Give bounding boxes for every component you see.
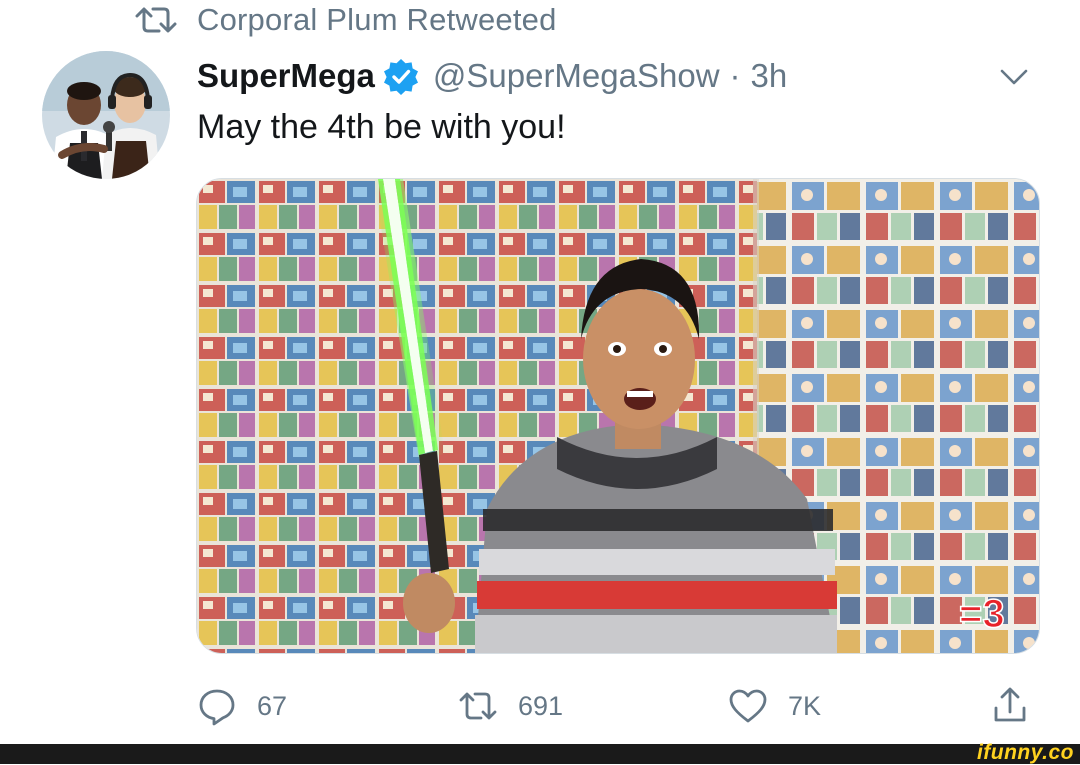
watermark-logo: ifunny.co: [976, 741, 1074, 764]
share-button[interactable]: [990, 680, 1030, 732]
retweet-icon: [135, 7, 177, 33]
share-icon: [994, 687, 1026, 722]
reply-icon: [199, 689, 235, 726]
like-button[interactable]: 7K: [728, 680, 821, 732]
retweet-count: 691: [518, 690, 564, 721]
tweet-text: May the 4th be with you!: [197, 108, 566, 146]
avatar-image: [42, 51, 170, 179]
author-display-name[interactable]: SuperMega: [197, 57, 375, 95]
tweet-header: SuperMega @SuperMegaShow · 3h: [197, 54, 787, 98]
avatar[interactable]: [42, 51, 170, 179]
heart-icon: [729, 689, 767, 723]
watermark-bar: [0, 744, 1080, 764]
retweet-context[interactable]: Corporal Plum Retweeted: [135, 0, 557, 40]
tweet-timestamp[interactable]: 3h: [751, 57, 788, 95]
retweet-button[interactable]: 691: [458, 680, 563, 732]
reply-button[interactable]: 67: [197, 680, 287, 732]
media-overlay-text: =3: [959, 592, 1005, 636]
retweeted-by-label: Corporal Plum Retweeted: [197, 2, 557, 37]
tweet-media[interactable]: =3: [196, 178, 1040, 654]
media-image: =3: [197, 179, 1039, 653]
verified-badge-icon: [383, 59, 418, 95]
retweet-icon: [459, 692, 497, 720]
chevron-down-icon[interactable]: [996, 62, 1032, 92]
separator-dot: ·: [729, 57, 741, 94]
reply-count: 67: [257, 690, 288, 721]
like-count: 7K: [788, 690, 822, 721]
author-handle[interactable]: @SuperMegaShow: [433, 57, 720, 95]
